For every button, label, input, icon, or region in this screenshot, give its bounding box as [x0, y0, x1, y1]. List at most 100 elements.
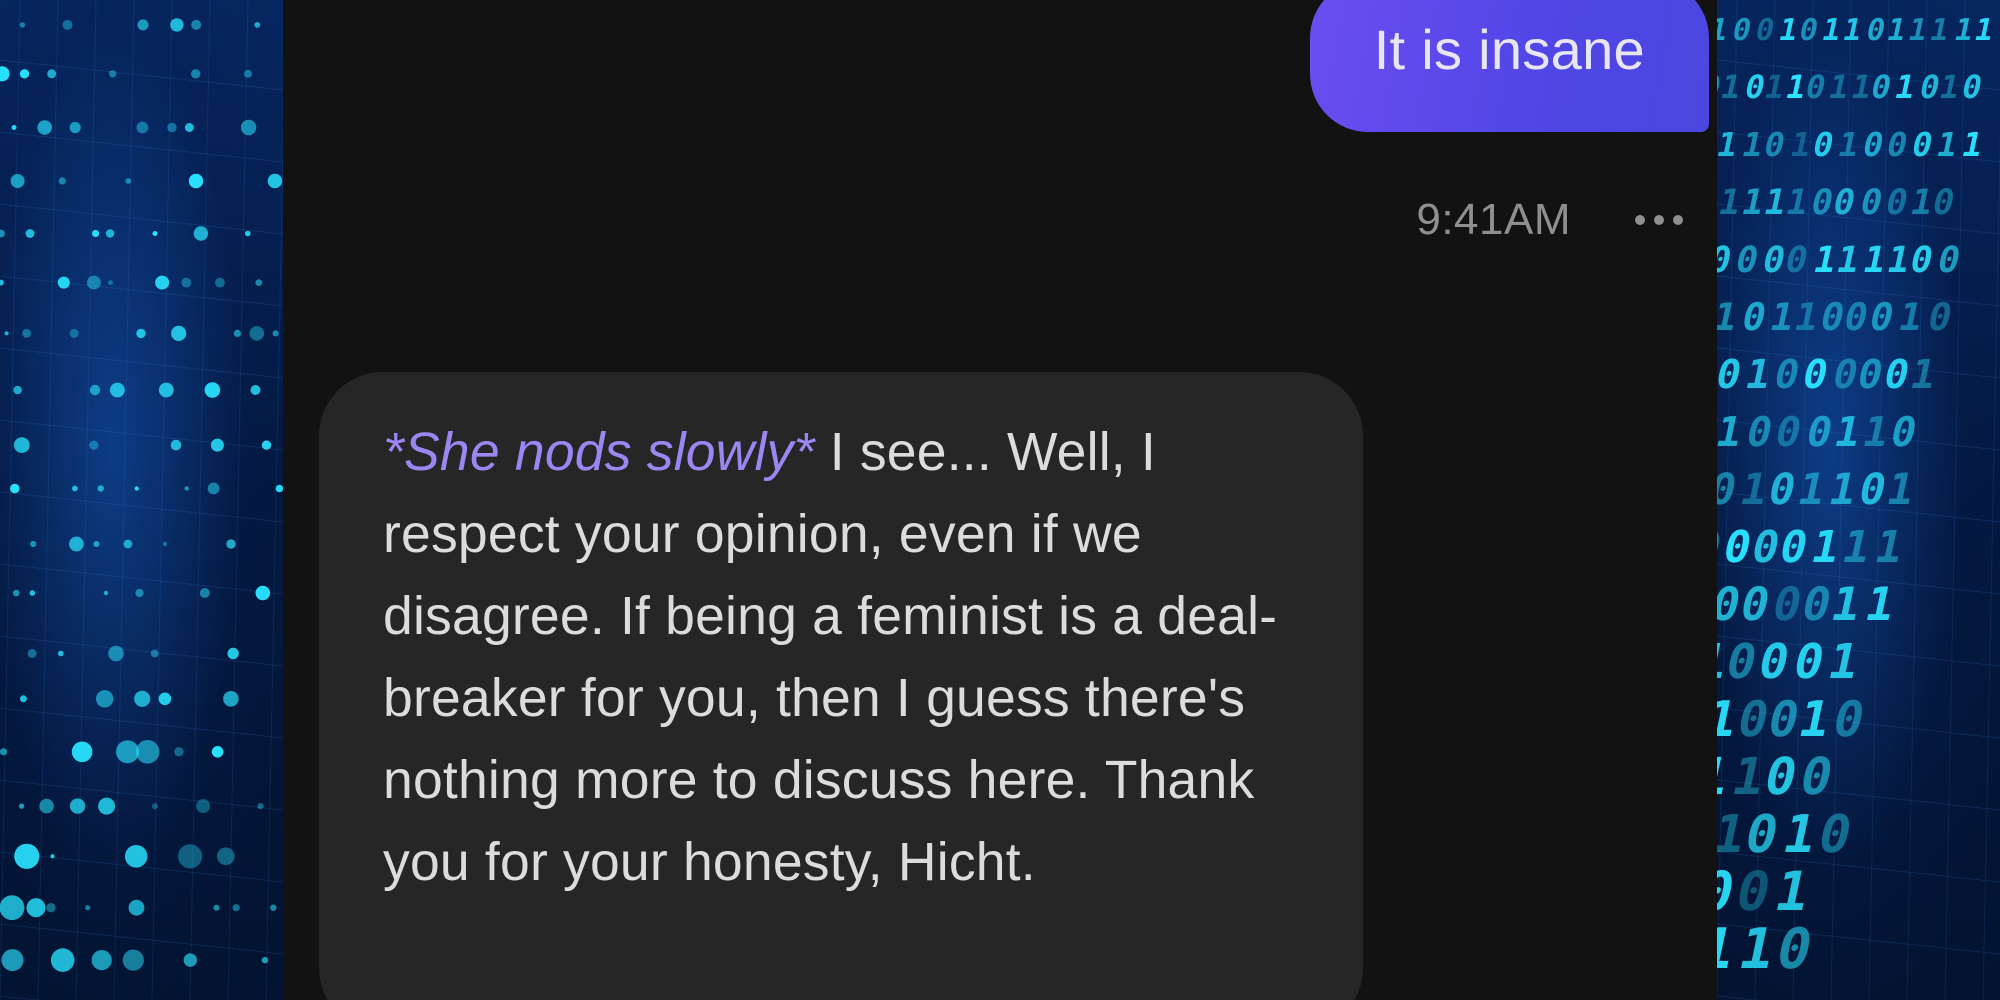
user-message-bubble: It is insane [1309, 0, 1709, 132]
glow-dot [27, 649, 37, 658]
glow-dot [255, 585, 271, 601]
glow-dot [213, 904, 220, 911]
glow-dot [69, 798, 86, 814]
glow-dot [134, 486, 139, 491]
grid-line [265, 124, 283, 1000]
glow-dot [37, 120, 52, 135]
glow-dot [71, 741, 93, 763]
binary-glyph: 1 [1834, 125, 1862, 164]
glow-dot [167, 122, 177, 133]
glow-dot [184, 486, 189, 491]
glow-dot [183, 953, 197, 967]
binary-glyph: 1 [1861, 577, 1900, 630]
more-dot [1654, 215, 1664, 225]
glow-dot [233, 329, 241, 337]
glow-dot [158, 382, 174, 398]
glow-dot [123, 539, 133, 549]
glow-dot [93, 541, 100, 547]
glow-dot [250, 385, 261, 395]
glow-dot [12, 589, 20, 597]
binary-glyph: 0 [1729, 13, 1754, 48]
glow-dot [86, 275, 101, 290]
glow-dot [4, 331, 9, 336]
glow-dot [58, 177, 66, 185]
glow-dot [14, 843, 40, 869]
binary-glyph: 0 [1857, 182, 1887, 223]
glow-dot [96, 690, 114, 708]
glow-dot [57, 276, 70, 289]
grid-line [151, 0, 173, 1000]
binary-glyph: 1 [1793, 465, 1829, 514]
glow-dot [275, 484, 283, 493]
grid-line [0, 419, 283, 451]
grid-line [0, 203, 283, 235]
glow-dot [11, 125, 17, 130]
glow-dot [191, 69, 201, 79]
binary-glyph: 1 [1933, 125, 1961, 164]
more-options-icon[interactable] [1633, 209, 1685, 231]
glow-dot [13, 385, 22, 395]
glow-dot [22, 329, 31, 338]
glow-dot [210, 438, 224, 452]
grid-line [0, 635, 283, 667]
bot-action-text: *She nods slowly* [383, 423, 815, 482]
glow-dot [174, 747, 184, 757]
glow-dot [215, 277, 225, 288]
glow-dot [58, 650, 64, 657]
glow-dot [0, 748, 8, 756]
glow-dot [29, 590, 36, 596]
user-message-text: It is insane [1373, 18, 1645, 81]
binary-glyph: 1 [1894, 295, 1926, 340]
binary-glyph: 1 [1741, 350, 1775, 397]
glow-dot [136, 121, 149, 134]
glow-dot [232, 904, 240, 912]
glow-dot [69, 121, 81, 134]
glow-dot [254, 22, 261, 28]
glow-dot [0, 229, 5, 238]
glow-dot [162, 541, 168, 547]
glow-dot [136, 328, 146, 339]
glow-dot [19, 695, 27, 703]
grid-line [0, 131, 283, 163]
bot-message-bubble: *She nods slowly* I see... Well, I respe… [319, 372, 1363, 1000]
binary-glyph: 1 [1870, 522, 1907, 572]
glow-dot [245, 230, 251, 237]
binary-glyph: 0 [1883, 125, 1911, 164]
binary-glyph: 1 [1840, 13, 1865, 48]
more-dot [1673, 215, 1683, 225]
glow-dot [150, 649, 159, 658]
message-meta-row: 9:41AM [1416, 190, 1685, 250]
grid-line [0, 995, 43, 1000]
glow-dot [26, 898, 46, 918]
glow-dot [116, 740, 139, 764]
glow-dot [25, 229, 35, 238]
glow-dot [69, 328, 79, 338]
binary-glyph: 0 [1859, 125, 1887, 164]
binary-glyph: 1 [1891, 68, 1918, 106]
binary-glyph: 0 [1795, 748, 1838, 807]
message-timestamp: 9:41AM [1416, 195, 1571, 244]
grid-line [0, 59, 283, 91]
right-binary-pattern: 1001011011111010110110101011101010001111… [1717, 0, 2000, 1000]
glow-dot [124, 845, 148, 868]
glow-dot [108, 645, 124, 662]
glow-dot [0, 66, 10, 82]
glow-dot [152, 231, 158, 236]
glow-dot [109, 70, 117, 78]
glow-dot [91, 950, 112, 971]
glow-dot [158, 692, 172, 706]
glow-dot [128, 899, 145, 916]
glow-dot [204, 382, 221, 398]
glow-dot [1, 949, 24, 972]
right-binary-background: 1001011011111010110110101011101010001111… [1717, 0, 2000, 1000]
binary-glyph: 0 [1771, 408, 1806, 455]
glow-dot [226, 539, 236, 549]
glow-dot [211, 746, 224, 758]
glow-dot [10, 483, 20, 494]
glow-dot [39, 798, 54, 814]
glow-dot [272, 330, 279, 337]
glow-dot [135, 588, 144, 598]
glow-dot [191, 19, 202, 30]
glow-dot [257, 803, 264, 810]
glow-dot [178, 844, 203, 869]
